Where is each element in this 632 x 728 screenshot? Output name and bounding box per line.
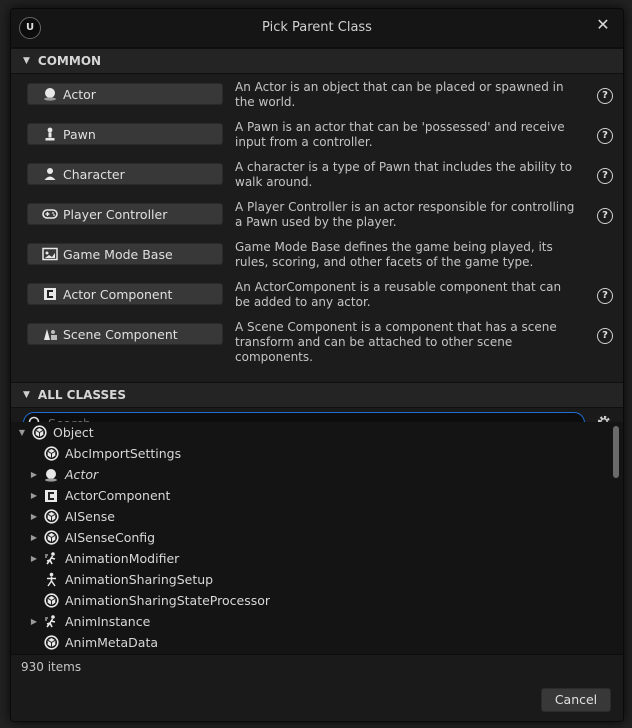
tree-item-label: AnimationSharingStateProcessor — [65, 593, 271, 608]
scrollbar-thumb[interactable] — [613, 426, 619, 478]
class-description: A Player Controller is an actor responsi… — [235, 200, 575, 229]
tree-row[interactable]: AnimMetaData — [11, 632, 623, 653]
class-button-game-mode-base[interactable]: Game Mode Base — [27, 243, 223, 265]
expander-closed-icon[interactable]: ▶ — [29, 470, 39, 479]
tree-row[interactable]: ▶ AISenseConfig — [11, 527, 623, 548]
class-button-label: Character — [63, 166, 125, 182]
animation-icon — [43, 614, 59, 630]
game-mode-icon — [42, 246, 58, 262]
common-class-row: Actor Component An ActorComponent is a re… — [11, 278, 623, 318]
class-button-actor-component[interactable]: Actor Component — [27, 283, 223, 305]
class-tree: ▼ Object AbcImportSettings ▶ Actor ▶ ActorComp… — [11, 422, 623, 654]
class-button-label: Scene Component — [63, 326, 178, 342]
collapse-triangle-icon: ▼ — [23, 390, 30, 400]
scene-component-icon — [42, 326, 58, 342]
actor-icon — [43, 467, 59, 483]
common-section-header[interactable]: ▼ COMMON — [11, 48, 623, 74]
gamepad-icon — [42, 206, 58, 222]
tree-row[interactable]: ▶ AnimationModifier — [11, 548, 623, 569]
tree-item-label: Actor — [65, 467, 99, 482]
tree-row[interactable]: ▶ AnimInstance — [11, 611, 623, 632]
common-class-row: Actor An Actor is an object that can be p… — [11, 78, 623, 118]
class-button-label: Game Mode Base — [63, 246, 173, 262]
class-button-player-controller[interactable]: Player Controller — [27, 203, 223, 225]
common-class-list: Actor An Actor is an object that can be p… — [11, 74, 623, 382]
tree-item-label: AnimationSharingSetup — [65, 572, 214, 587]
tree-item-label: AISenseConfig — [65, 530, 156, 545]
common-class-row: Character A character is a type of Pawn t… — [11, 158, 623, 198]
help-icon[interactable]: ? — [597, 168, 613, 184]
tree-item-label: ActorComponent — [65, 488, 171, 503]
common-class-row: Pawn A Pawn is an actor that can be 'poss… — [11, 118, 623, 158]
class-description: An Actor is an object that can be placed… — [235, 80, 564, 109]
class-button-label: Actor — [63, 86, 96, 102]
collapse-triangle-icon: ▼ — [23, 56, 30, 66]
footer-bar — [11, 654, 623, 721]
title-bar: U Pick Parent Class ✕ — [11, 9, 623, 48]
class-description: A Scene Component is a component that ha… — [235, 320, 557, 364]
help-icon[interactable]: ? — [597, 128, 613, 144]
common-header-label: COMMON — [37, 54, 102, 68]
help-icon[interactable]: ? — [597, 328, 613, 344]
class-button-pawn[interactable]: Pawn — [27, 123, 223, 145]
item-count: 930 items — [21, 660, 82, 674]
actor-component-icon — [42, 286, 58, 302]
tree-item-label: AnimMetaData — [65, 635, 159, 650]
help-icon[interactable]: ? — [597, 288, 613, 304]
help-icon[interactable]: ? — [597, 208, 613, 224]
class-description: Game Mode Base defines the game being pl… — [235, 240, 553, 269]
all-classes-header-label: ALL CLASSES — [37, 388, 127, 402]
close-button[interactable]: ✕ — [593, 15, 613, 35]
tree-item-label: AnimationModifier — [65, 551, 180, 566]
tree-item-label: AbcImportSettings — [65, 446, 182, 461]
character-icon — [42, 166, 58, 182]
class-button-label: Player Controller — [63, 206, 168, 222]
common-class-row: Game Mode Base Game Mode Base defines the… — [11, 238, 623, 278]
expander-closed-icon[interactable]: ▶ — [29, 512, 39, 521]
object-icon — [43, 593, 59, 609]
object-icon — [43, 446, 59, 462]
class-description: An ActorComponent is a reusable componen… — [235, 280, 562, 309]
tree-row[interactable]: AnimationSharingStateProcessor — [11, 590, 623, 611]
tree-row[interactable]: ▶ Actor — [11, 464, 623, 485]
object-icon — [43, 530, 59, 546]
common-class-row: Scene Component A Scene Component is a co… — [11, 318, 623, 364]
tree-row[interactable]: ▶ AISense — [11, 506, 623, 527]
cancel-button[interactable]: Cancel — [541, 688, 611, 712]
object-icon — [31, 425, 47, 441]
expander-open-icon[interactable]: ▼ — [17, 428, 27, 437]
tree-row[interactable]: AbcImportSettings — [11, 443, 623, 464]
expander-closed-icon[interactable]: ▶ — [29, 533, 39, 542]
close-icon: ✕ — [596, 15, 610, 34]
tree-row[interactable]: ▶ ActorComponent — [11, 485, 623, 506]
class-button-character[interactable]: Character — [27, 163, 223, 185]
class-description: A character is a type of Pawn that inclu… — [235, 160, 573, 189]
class-button-scene-component[interactable]: Scene Component — [27, 323, 223, 345]
common-class-row: Player Controller A Player Controller is … — [11, 198, 623, 238]
tree-row[interactable]: ▼ Object — [11, 422, 623, 443]
pick-parent-class-dialog: U Pick Parent Class ✕ ▼ COMMON Actor An A… — [10, 8, 624, 722]
object-icon — [43, 509, 59, 525]
actor-icon — [42, 86, 58, 102]
help-icon[interactable]: ? — [597, 88, 613, 104]
class-button-label: Pawn — [63, 126, 96, 142]
animation-icon — [43, 551, 59, 567]
expander-closed-icon[interactable]: ▶ — [29, 617, 39, 626]
object-icon — [43, 635, 59, 651]
skeleton-icon — [43, 572, 59, 588]
tree-item-label: AnimInstance — [65, 614, 151, 629]
class-description: A Pawn is an actor that can be 'possesse… — [235, 120, 565, 149]
tree-item-label: Object — [53, 425, 94, 440]
dialog-title: Pick Parent Class — [262, 20, 372, 35]
pawn-icon — [42, 126, 58, 142]
all-classes-section-header[interactable]: ▼ ALL CLASSES — [11, 382, 623, 408]
tree-row[interactable]: AnimationSharingSetup — [11, 569, 623, 590]
expander-closed-icon[interactable]: ▶ — [29, 554, 39, 563]
class-button-label: Actor Component — [63, 286, 173, 302]
class-button-actor[interactable]: Actor — [27, 83, 223, 105]
expander-closed-icon[interactable]: ▶ — [29, 491, 39, 500]
actor-component-icon — [43, 488, 59, 504]
tree-item-label: AISense — [65, 509, 115, 524]
